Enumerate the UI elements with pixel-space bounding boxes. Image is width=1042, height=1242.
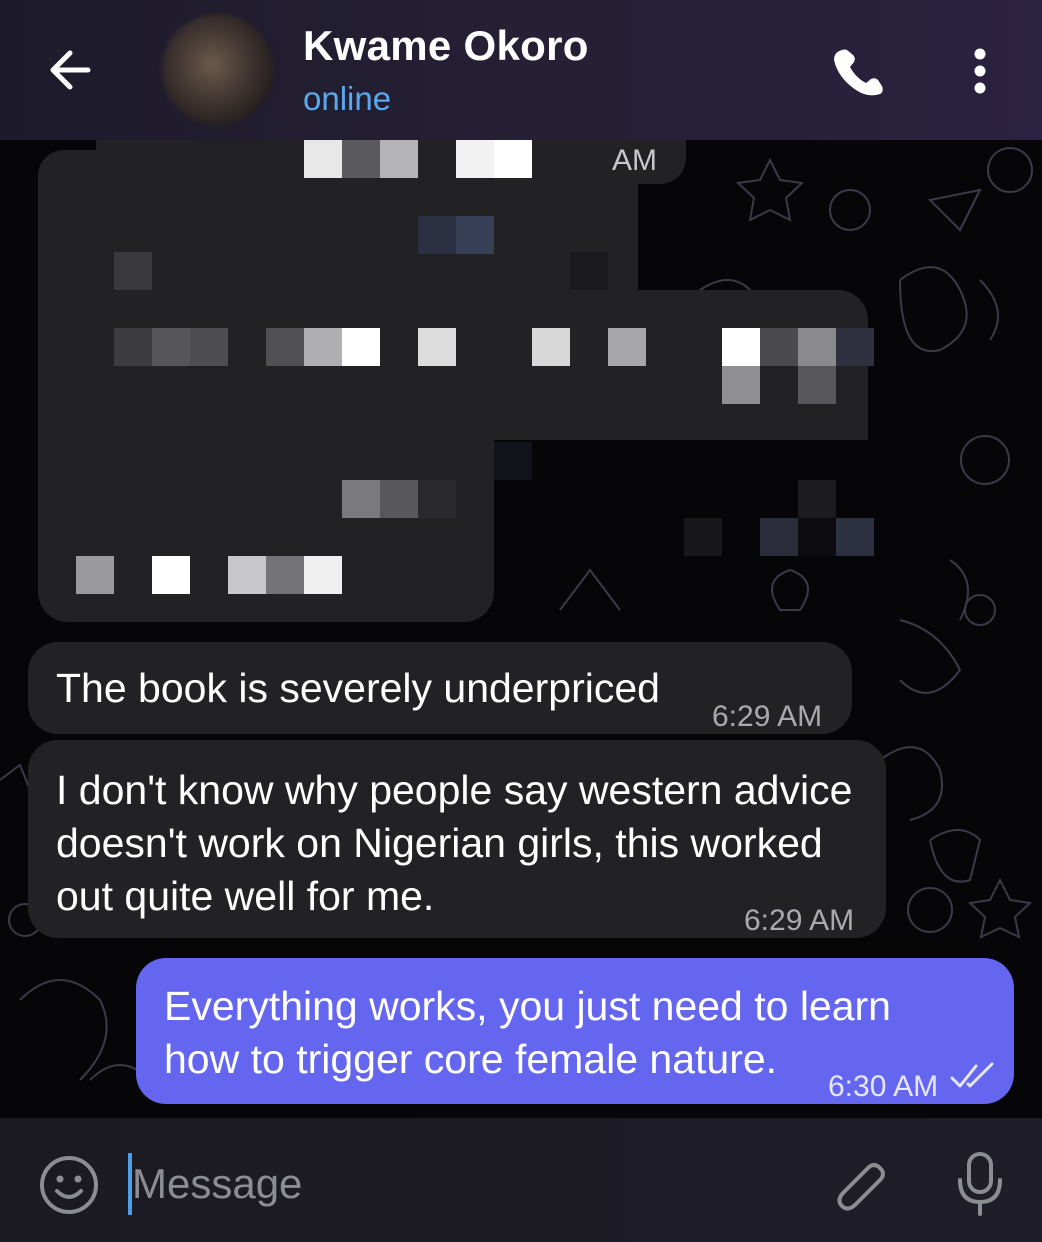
incoming-message[interactable]: I don't know why people say western advi…: [28, 740, 886, 938]
phone-icon: [834, 49, 883, 96]
message-time: 6:30 AM: [828, 1070, 939, 1103]
redacted-time: AM: [612, 144, 657, 177]
chat-header: Kwame Okoro online: [0, 0, 1042, 140]
smile-icon: [40, 1156, 98, 1214]
paperclip-icon: [837, 1163, 885, 1211]
call-button[interactable]: [826, 42, 890, 102]
message-text: Everything works, you just need to learn…: [164, 983, 891, 1082]
attach-button[interactable]: [830, 1152, 890, 1218]
more-vertical-icon: [974, 48, 986, 94]
contact-status: online: [303, 80, 392, 117]
contact-avatar[interactable]: [162, 14, 274, 126]
message-text: The book is severely underpriced: [56, 665, 660, 711]
microphone-button[interactable]: [952, 1150, 1008, 1218]
message-list[interactable]: AM The book is severely underpriced 6:29…: [0, 140, 1042, 1120]
incoming-message[interactable]: The book is severely underpriced 6:29 AM: [28, 642, 852, 734]
message-input[interactable]: [132, 1150, 792, 1218]
microphone-icon: [958, 1152, 1002, 1216]
outgoing-message[interactable]: Everything works, you just need to learn…: [136, 958, 1014, 1104]
emoji-button[interactable]: [38, 1154, 100, 1216]
message-text: I don't know why people say western advi…: [56, 767, 853, 919]
double-check-icon: [950, 1062, 994, 1088]
more-options-button[interactable]: [956, 42, 1004, 102]
arrow-left-icon: [50, 50, 91, 90]
message-time: 6:29 AM: [744, 904, 855, 937]
back-button[interactable]: [40, 42, 100, 98]
message-time: 6:29 AM: [712, 700, 823, 733]
contact-name[interactable]: Kwame Okoro: [303, 22, 589, 70]
